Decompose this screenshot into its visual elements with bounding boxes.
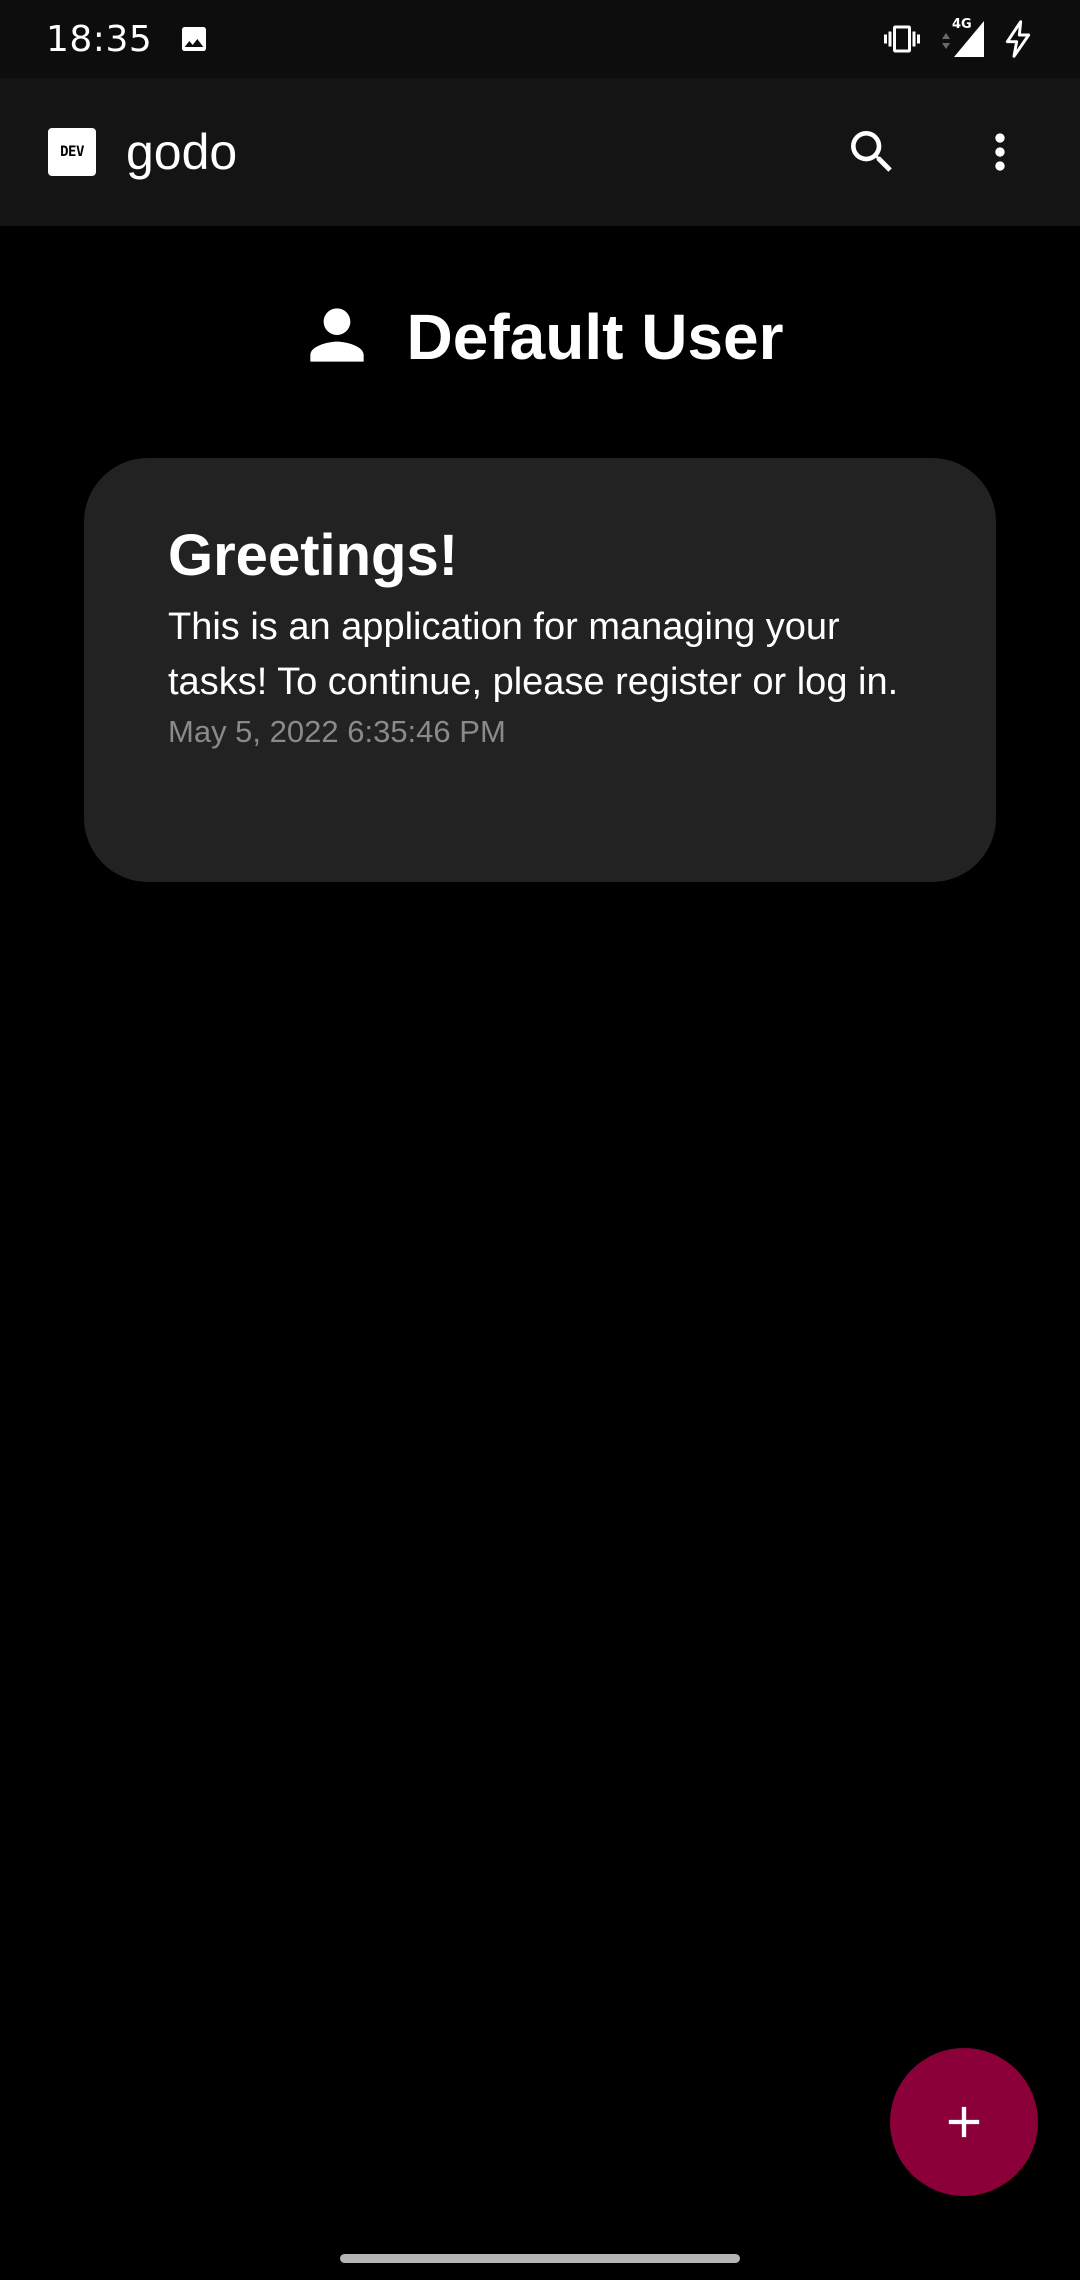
status-bar: 18:35 4G bbox=[0, 0, 1080, 78]
more-vert-icon bbox=[995, 133, 1005, 171]
add-button[interactable] bbox=[890, 2048, 1038, 2196]
user-name: Default User bbox=[406, 301, 784, 373]
dev-badge-icon: DEV bbox=[48, 128, 96, 176]
card-date: May 5, 2022 6:35:46 PM bbox=[168, 713, 506, 749]
status-time: 18:35 bbox=[46, 18, 153, 60]
user-header: Default User bbox=[0, 296, 1080, 378]
message-card[interactable]: Greetings! This is an application for ma… bbox=[84, 458, 996, 882]
home-indicator[interactable] bbox=[340, 2254, 740, 2263]
charging-icon bbox=[1002, 19, 1034, 59]
card-body: This is an application for managing your… bbox=[168, 605, 899, 703]
person-icon bbox=[297, 295, 377, 379]
card-title: Greetings! bbox=[168, 523, 459, 588]
network-type-label: 4G bbox=[952, 17, 972, 32]
app-title: godo bbox=[126, 124, 238, 180]
app-bar-actions bbox=[840, 120, 1032, 184]
signal-icon: 4G bbox=[936, 17, 988, 59]
image-icon bbox=[178, 23, 210, 55]
app-bar: DEV godo bbox=[0, 78, 1080, 226]
search-icon bbox=[851, 131, 892, 172]
plus-icon bbox=[948, 2106, 980, 2138]
status-right: 4G bbox=[882, 17, 1034, 59]
overflow-menu-button[interactable] bbox=[968, 120, 1032, 184]
search-button[interactable] bbox=[840, 120, 904, 184]
status-left: 18:35 bbox=[46, 19, 210, 60]
vibrate-icon bbox=[882, 21, 922, 57]
